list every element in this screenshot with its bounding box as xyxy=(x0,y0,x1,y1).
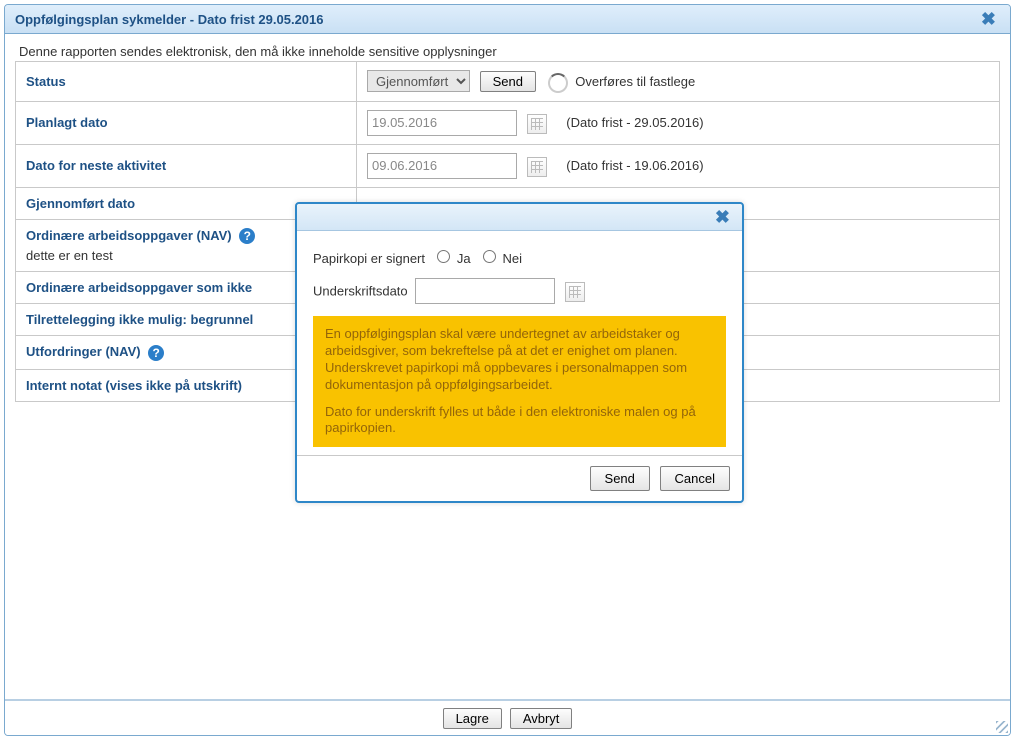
modal-footer: Send Cancel xyxy=(297,455,742,501)
next-activity-hint: (Dato frist - 19.06.2016) xyxy=(566,158,703,173)
save-button[interactable]: Lagre xyxy=(443,708,502,729)
close-icon[interactable]: ✖ xyxy=(977,9,1000,30)
info-box: En oppfølgingsplan skal være undertegnet… xyxy=(313,316,726,447)
send-button[interactable]: Send xyxy=(480,71,536,92)
cancel-button[interactable]: Avbryt xyxy=(510,708,573,729)
spinner-icon xyxy=(548,73,568,93)
planned-date-label: Planlagt dato xyxy=(16,101,357,144)
next-activity-input[interactable] xyxy=(367,153,517,179)
footer: Lagre Avbryt xyxy=(5,699,1010,735)
help-icon[interactable]: ? xyxy=(148,345,164,361)
help-icon[interactable]: ? xyxy=(239,228,255,244)
planned-date-hint: (Dato frist - 29.05.2016) xyxy=(566,115,703,130)
signed-no-radio[interactable] xyxy=(483,250,496,263)
calendar-icon[interactable] xyxy=(565,282,585,302)
info-paragraph-1: En oppfølgingsplan skal være undertegnet… xyxy=(325,326,714,394)
modal-send-button[interactable]: Send xyxy=(590,466,650,491)
info-paragraph-2: Dato for underskrift fylles ut både i de… xyxy=(325,404,714,438)
sensitive-notice: Denne rapporten sendes elektronisk, den … xyxy=(19,44,1000,59)
signed-yes-radio[interactable] xyxy=(437,250,450,263)
resize-handle-icon[interactable] xyxy=(996,721,1008,733)
dialog-window: Oppfølgingsplan sykmelder - Dato frist 2… xyxy=(4,4,1011,736)
modal-titlebar: ✖ xyxy=(297,204,742,231)
signature-date-input[interactable] xyxy=(415,278,555,304)
modal-close-icon[interactable]: ✖ xyxy=(711,207,734,228)
planned-date-input[interactable] xyxy=(367,110,517,136)
modal-cancel-button[interactable]: Cancel xyxy=(660,466,730,491)
window-title: Oppfølgingsplan sykmelder - Dato frist 2… xyxy=(15,12,323,27)
status-cell: Gjennomført Send Overføres til fastlege xyxy=(357,62,1000,102)
utfordringer-label: Utfordringer (NAV) xyxy=(26,344,141,359)
yes-label: Ja xyxy=(457,251,471,266)
calendar-icon[interactable] xyxy=(527,157,547,177)
status-select[interactable]: Gjennomført xyxy=(367,70,470,92)
next-activity-label: Dato for neste aktivitet xyxy=(16,144,357,187)
no-label: Nei xyxy=(502,251,522,266)
signature-date-label: Underskriftsdato xyxy=(313,284,408,299)
paper-signed-label: Papirkopi er signert xyxy=(313,251,425,266)
ordinary-tasks-label: Ordinære arbeidsoppgaver (NAV) xyxy=(26,228,232,243)
signature-modal: ✖ Papirkopi er signert Ja Nei Underskrif… xyxy=(295,202,744,503)
status-label: Status xyxy=(16,62,357,102)
calendar-icon[interactable] xyxy=(527,114,547,134)
titlebar: Oppfølgingsplan sykmelder - Dato frist 2… xyxy=(5,5,1010,34)
transfer-text: Overføres til fastlege xyxy=(575,74,695,89)
